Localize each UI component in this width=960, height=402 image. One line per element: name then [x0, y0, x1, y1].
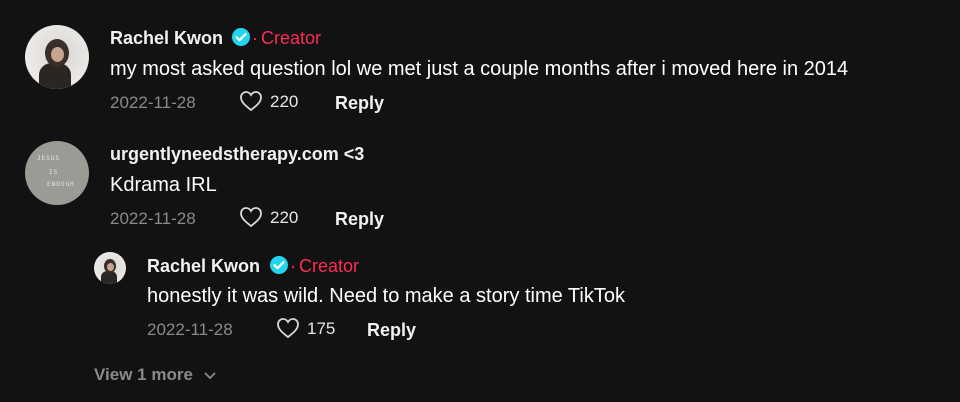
avatar[interactable]: JESUS IS ENOUGH [25, 141, 89, 205]
reply-button[interactable]: Reply [335, 92, 384, 114]
comment-text: Kdrama IRL [110, 174, 217, 196]
heart-icon[interactable] [239, 206, 263, 228]
view-more-replies-button[interactable]: View 1 more [94, 364, 216, 386]
comment-text: my most asked question lol we met just a… [110, 58, 849, 80]
creator-badge: Creator [261, 28, 322, 48]
creator-badge: Creator [299, 256, 360, 276]
reply-username[interactable]: Rachel Kwon [147, 255, 260, 277]
reply-button[interactable]: Reply [367, 319, 416, 341]
like-count: 220 [270, 208, 299, 227]
reply-date: 2022-11-28 [147, 320, 233, 339]
comment-date: 2022-11-28 [110, 93, 196, 112]
comment-date: 2022-11-28 [110, 209, 196, 228]
verified-badge-icon [270, 256, 288, 274]
reply-text: honestly it was wild. Need to make a sto… [147, 285, 625, 307]
like-count: 220 [270, 92, 299, 111]
avatar[interactable] [25, 25, 89, 89]
avatar[interactable] [94, 252, 126, 284]
separator-dot: · [290, 256, 296, 276]
like-count: 175 [307, 319, 336, 338]
heart-icon[interactable] [276, 317, 300, 339]
verified-badge-icon [232, 28, 250, 46]
view-more-label: View 1 more [94, 365, 193, 384]
separator-dot: · [252, 28, 258, 48]
reply-button[interactable]: Reply [335, 208, 384, 230]
heart-icon[interactable] [239, 90, 263, 112]
chevron-down-icon [204, 372, 216, 379]
comment-username[interactable]: Rachel Kwon [110, 27, 223, 49]
comment-username[interactable]: urgentlyneedstherapy.com <3 [110, 143, 364, 165]
